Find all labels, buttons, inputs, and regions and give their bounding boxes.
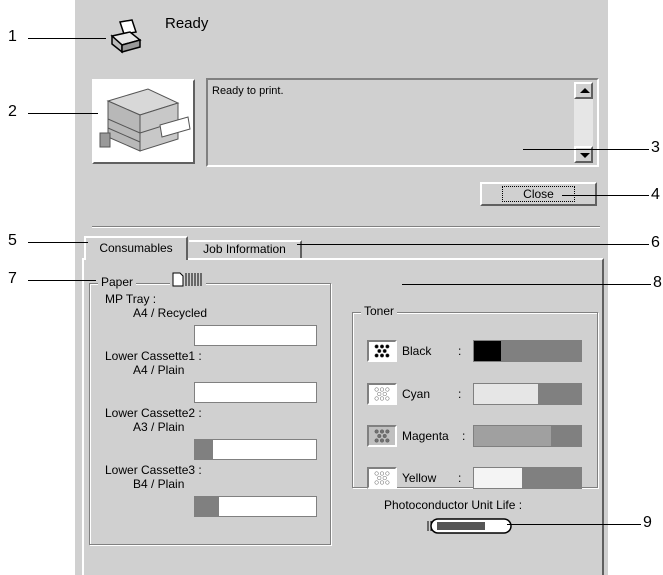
printer-picture	[92, 79, 195, 164]
separator	[92, 226, 600, 228]
paper-source-name: Lower Cassette2 :	[105, 406, 202, 420]
toner-name: Magenta	[402, 429, 449, 443]
callout-6: 6	[651, 234, 660, 251]
paper-source-size: A3 / Plain	[133, 420, 185, 434]
callout-5: 5	[8, 232, 17, 249]
toner-level-bar	[473, 467, 582, 489]
callout-4: 4	[651, 186, 660, 203]
tab-consumables-label: Consumables	[99, 241, 173, 255]
callout-7: 7	[8, 270, 17, 287]
paper-icon	[170, 271, 206, 288]
scroll-up-button[interactable]	[574, 82, 593, 99]
close-button-label: Close	[502, 186, 575, 202]
scroll-up-icon	[580, 88, 590, 93]
printer-icon	[108, 18, 144, 54]
paper-level-bar	[194, 325, 317, 346]
tab-job-information-label: Job Information	[203, 242, 286, 256]
scroll-down-icon	[580, 153, 590, 158]
callout-line-6	[297, 244, 649, 245]
photoconductor-label: Photoconductor Unit Life :	[384, 498, 523, 512]
toner-name: Yellow	[402, 471, 437, 485]
toner-colon: :	[462, 429, 466, 443]
callout-line-9	[507, 524, 641, 525]
paper-source-name: Lower Cassette3 :	[105, 463, 202, 477]
paper-source-size: B4 / Plain	[133, 477, 185, 491]
toner-level-fill	[474, 426, 552, 446]
paper-source-name: MP Tray :	[105, 292, 157, 306]
callout-line-7	[28, 280, 96, 281]
callout-3: 3	[651, 139, 660, 156]
toner-colon: :	[458, 387, 462, 401]
paper-level-bar	[194, 439, 317, 460]
status-message-box: Ready to print.	[206, 78, 599, 167]
callout-line-3	[523, 149, 649, 150]
callout-line-1	[28, 38, 106, 39]
tab-job-information[interactable]: Job Information	[189, 240, 302, 258]
toner-level-fill	[474, 341, 501, 361]
toner-black-icon	[367, 340, 397, 362]
status-message: Ready to print.	[212, 85, 284, 97]
paper-level-bar	[194, 382, 317, 403]
callout-line-5	[28, 242, 88, 243]
callout-8: 8	[653, 274, 662, 291]
paper-source-name: Lower Cassette1 :	[105, 349, 202, 363]
toner-magenta-icon	[367, 425, 397, 447]
status-title: Ready	[165, 15, 209, 32]
callout-line-4	[562, 195, 649, 196]
message-scrollbar[interactable]	[574, 82, 593, 163]
paper-level-fill	[195, 497, 220, 516]
toner-level-bar	[473, 340, 582, 362]
toner-yellow-icon	[367, 467, 397, 489]
toner-name: Black	[402, 344, 432, 358]
callout-2: 2	[8, 103, 17, 120]
paper-level-bar	[194, 496, 317, 517]
paper-source-size: A4 / Recycled	[133, 306, 208, 320]
toner-name: Cyan	[402, 387, 431, 401]
toner-level-bar	[473, 383, 582, 405]
paper-source-size: A4 / Plain	[133, 363, 185, 377]
callout-9: 9	[643, 514, 652, 531]
toner-colon: :	[458, 471, 462, 485]
tab-consumables[interactable]: Consumables	[84, 236, 188, 260]
paper-group-label: Paper	[98, 275, 137, 289]
toner-group-label: Toner	[361, 304, 398, 318]
toner-level-bar	[473, 425, 582, 447]
close-button[interactable]: Close	[480, 182, 597, 206]
callout-1: 1	[8, 28, 17, 45]
toner-cyan-icon	[367, 383, 397, 405]
toner-colon: :	[458, 344, 462, 358]
toner-level-fill	[474, 468, 523, 488]
paper-level-fill	[195, 440, 214, 459]
photoconductor-gauge	[425, 516, 515, 536]
callout-line-8	[402, 284, 651, 285]
callout-line-2	[28, 113, 98, 114]
toner-level-fill	[474, 384, 539, 404]
